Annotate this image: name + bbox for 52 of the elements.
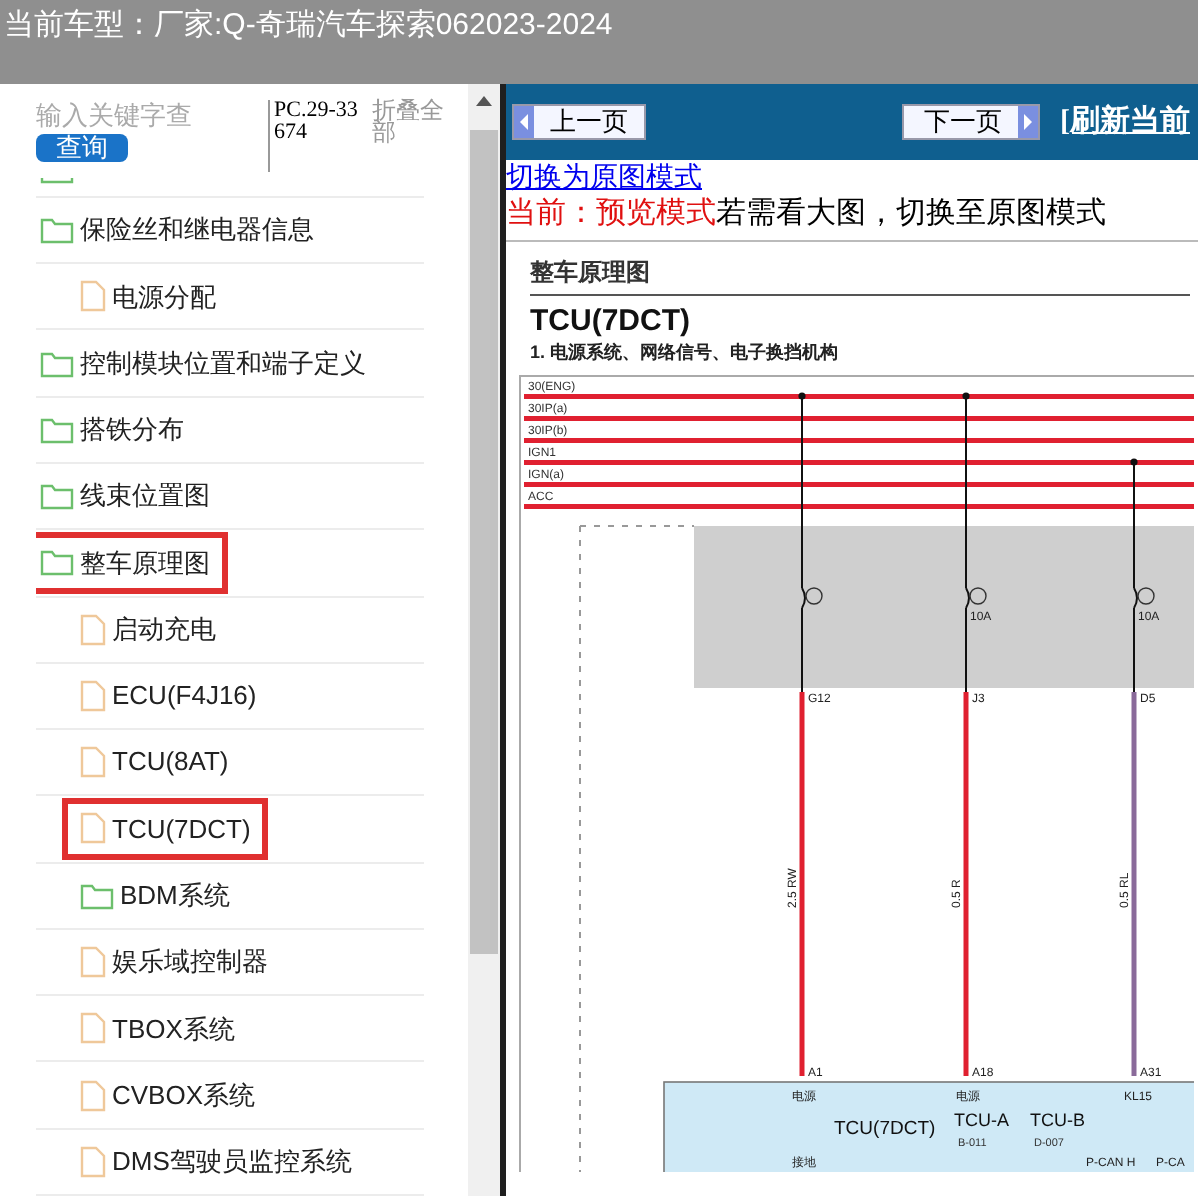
tree-item[interactable]: 控制模块位置和端子定义 [36, 331, 384, 395]
file-icon [80, 679, 106, 712]
tree-item[interactable]: 保险丝和继电器信息 [36, 198, 332, 262]
code-text: PC.29-33674 [268, 100, 360, 172]
module-name: TCU(7DCT) [834, 1118, 936, 1140]
document-subtitle: 1. 电源系统、网络信号、电子换挡机构 [530, 340, 841, 364]
search-button[interactable]: 查询 [36, 134, 128, 162]
search-field[interactable]: 输入关键字查 [36, 100, 236, 132]
tree-item[interactable]: TCU(8AT) [62, 730, 247, 794]
connector-name: TCU-B [1030, 1110, 1085, 1130]
previous-page-button[interactable]: 上一页 [512, 104, 646, 140]
scroll-up-icon[interactable] [476, 96, 492, 106]
folder-icon [40, 482, 74, 511]
fuse-symbol [1133, 587, 1155, 609]
tree-item[interactable]: TCU(7DCT) [62, 797, 269, 861]
refresh-link[interactable]: [刷新当前 [1060, 99, 1190, 145]
document-title: TCU(7DCT) [530, 304, 692, 340]
tree-item[interactable]: TBOX系统 [62, 997, 253, 1060]
file-icon [80, 613, 106, 646]
folder-icon [40, 349, 74, 378]
tree-item[interactable]: 启动充电 [62, 597, 234, 661]
file-icon [80, 945, 106, 978]
folder-icon [40, 548, 74, 577]
tree-item[interactable]: 搭铁分布 [36, 398, 202, 462]
file-icon [80, 1145, 106, 1178]
tree-item[interactable]: 线束位置图 [36, 464, 228, 528]
folder-icon [40, 415, 74, 444]
folder-icon [80, 881, 114, 910]
tree-item[interactable]: DMS驾驶员监控系统 [62, 1130, 370, 1194]
tree-item[interactable]: BDM系统 [62, 863, 248, 927]
mode-status-text: 当前：预览模式若需看大图，切换至原图模式 [506, 196, 1106, 230]
tree-item[interactable]: ECU(F4J16) [62, 664, 275, 728]
folder-icon [40, 216, 74, 245]
section-heading: 整车原理图 [530, 254, 1190, 296]
fuse-symbol [965, 587, 987, 609]
tree-item[interactable]: 整车原理图 [36, 531, 228, 595]
tree-item[interactable]: 娱乐域控制器 [62, 930, 286, 994]
next-page-button[interactable]: 下一页 [902, 104, 1040, 140]
scrollbar[interactable] [468, 84, 500, 1196]
tree-item[interactable]: CVBOX系统 [62, 1063, 274, 1127]
fuse-symbol [801, 587, 823, 609]
file-icon [80, 1079, 106, 1112]
scrollbar-thumb[interactable] [470, 130, 498, 954]
connector-name: TCU-A [954, 1110, 1009, 1130]
tree-item[interactable]: 电源分配 [62, 265, 234, 329]
original-mode-link[interactable]: 切换为原图模式 [506, 160, 702, 194]
file-icon [80, 280, 106, 313]
car-model-value: 厂家:Q-奇瑞汽车探索062023-2024 [154, 8, 613, 42]
file-icon [80, 1012, 106, 1045]
file-icon [80, 812, 106, 845]
file-icon [80, 746, 106, 779]
car-model-label: 当前车型： [4, 8, 154, 42]
